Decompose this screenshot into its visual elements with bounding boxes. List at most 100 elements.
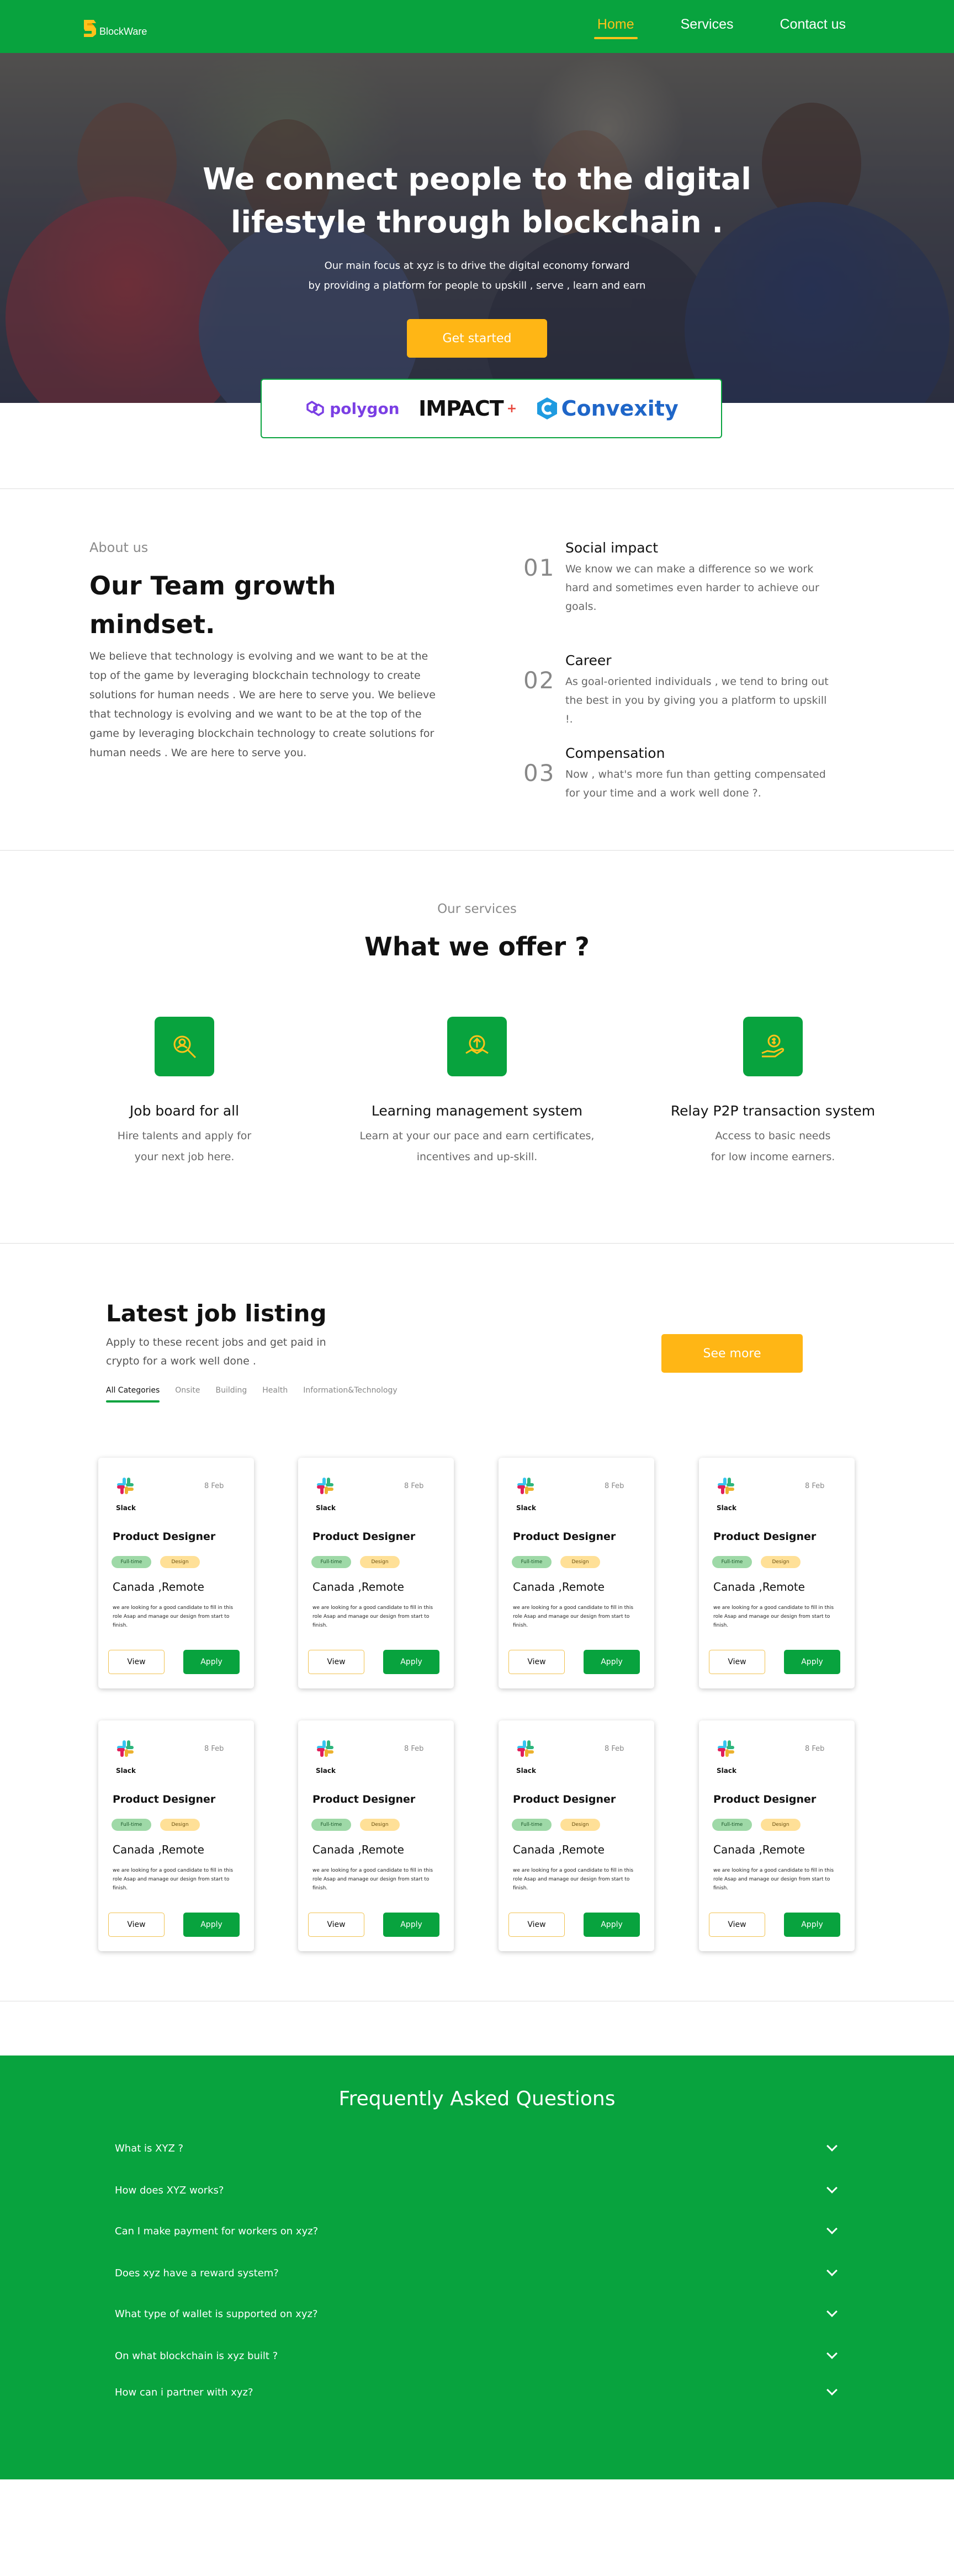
partner-convexity: Convexity xyxy=(536,396,679,421)
apply-button[interactable]: Apply xyxy=(383,1913,439,1937)
card-description: we are looking for a good candidate to f… xyxy=(713,1868,834,1891)
partner-impact-name: IMPACT xyxy=(418,396,504,421)
faq-item[interactable]: What type of wallet is supported on xyz? xyxy=(115,2303,839,2325)
chevron-down-icon[interactable] xyxy=(826,2141,838,2152)
chevron-down-icon[interactable] xyxy=(826,2348,838,2359)
faq-item[interactable]: Can I make payment for workers on xyz? xyxy=(115,2220,839,2242)
faq-item[interactable]: Does xyz have a reward system? xyxy=(115,2262,839,2284)
card-date: 8 Feb xyxy=(204,1482,224,1490)
card-location: Canada ,Remote xyxy=(312,1843,404,1856)
slack-logo-icon xyxy=(517,1740,534,1757)
apply-button[interactable]: Apply xyxy=(784,1913,840,1937)
chevron-down-icon[interactable] xyxy=(826,2223,838,2234)
hero-subtitle: Our main focus at xyz is to drive the di… xyxy=(0,256,954,296)
card-title: Product Designer xyxy=(312,1793,416,1805)
job-card: Slack 8 Feb Product Designer Full-time D… xyxy=(298,1458,454,1688)
card-description: we are looking for a good candidate to f… xyxy=(113,1868,234,1891)
tag-design: Design xyxy=(160,1819,200,1831)
service-learning: Learning management system Learn at your… xyxy=(350,1017,604,1167)
card-title: Product Designer xyxy=(513,1531,616,1543)
tag-design: Design xyxy=(560,1556,600,1568)
tab-information-technology[interactable]: Information&Technology xyxy=(303,1386,397,1403)
money-hand-icon xyxy=(743,1017,803,1076)
apply-button[interactable]: Apply xyxy=(584,1913,640,1937)
service-job-board: Job board for all Hire talents and apply… xyxy=(57,1017,311,1167)
card-description: we are looking for a good candidate to f… xyxy=(713,1605,834,1628)
tab-health[interactable]: Health xyxy=(262,1386,288,1403)
nav-services-link[interactable]: Services xyxy=(681,17,734,39)
feature-desc: Now , what's more fun than getting compe… xyxy=(565,768,826,799)
tab-all-categories[interactable]: All Categories xyxy=(106,1386,160,1403)
job-card: Slack 8 Feb Product Designer Full-time D… xyxy=(699,1720,855,1951)
view-button[interactable]: View xyxy=(709,1650,765,1674)
service-desc-line: your next job here. xyxy=(134,1151,235,1163)
service-desc-line: Access to basic needs xyxy=(715,1130,831,1142)
service-name: Learning management system xyxy=(371,1103,583,1119)
tag-full-time: Full-time xyxy=(112,1819,151,1831)
brand-logo[interactable]: BlockWare xyxy=(83,18,147,38)
card-date: 8 Feb xyxy=(605,1482,624,1490)
see-more-button[interactable]: See more xyxy=(661,1334,803,1373)
card-date: 8 Feb xyxy=(204,1745,224,1753)
view-button[interactable]: View xyxy=(508,1913,565,1937)
service-desc-line: Learn at your our pace and earn certific… xyxy=(359,1130,595,1142)
service-desc-line: incentives and up-skill. xyxy=(416,1151,538,1163)
feature-number: 03 xyxy=(523,759,555,787)
apply-button[interactable]: Apply xyxy=(784,1650,840,1674)
service-desc: Access to basic needs for low income ear… xyxy=(646,1125,900,1167)
card-title: Product Designer xyxy=(513,1793,616,1805)
get-started-button[interactable]: Get started xyxy=(407,319,547,358)
card-location: Canada ,Remote xyxy=(713,1580,805,1594)
tag-design: Design xyxy=(761,1819,801,1831)
slack-logo-icon xyxy=(718,1740,734,1757)
faq-item[interactable]: How can i partner with xyz? xyxy=(115,2381,839,2403)
faq-item[interactable]: What is XYZ ? xyxy=(115,2137,839,2159)
apply-button[interactable]: Apply xyxy=(383,1650,439,1674)
top-navbar: BlockWare Home Services Contact us xyxy=(0,0,954,53)
slack-logo-icon xyxy=(317,1478,333,1494)
slack-logo-icon xyxy=(317,1740,333,1757)
tab-building[interactable]: Building xyxy=(215,1386,247,1403)
faq-question: Can I make payment for workers on xyz? xyxy=(115,2225,319,2237)
view-button[interactable]: View xyxy=(508,1650,565,1674)
apply-button[interactable]: Apply xyxy=(584,1650,640,1674)
view-button[interactable]: View xyxy=(108,1650,165,1674)
partner-polygon-name: polygon xyxy=(330,399,400,418)
services-eyebrow: Our services xyxy=(437,902,517,916)
card-date: 8 Feb xyxy=(805,1482,825,1490)
card-company: Slack xyxy=(516,1767,536,1775)
faq-item[interactable]: On what blockchain is xyz built ? xyxy=(115,2345,839,2367)
convexity-logo-icon xyxy=(537,397,557,419)
apply-button[interactable]: Apply xyxy=(183,1913,240,1937)
card-title: Product Designer xyxy=(113,1531,216,1543)
job-card: Slack 8 Feb Product Designer Full-time D… xyxy=(699,1458,855,1688)
view-button[interactable]: View xyxy=(709,1913,765,1937)
tag-design: Design xyxy=(560,1819,600,1831)
tag-full-time: Full-time xyxy=(512,1819,552,1831)
tag-design: Design xyxy=(360,1819,400,1831)
blockware-logo-icon xyxy=(84,19,96,37)
card-company: Slack xyxy=(516,1504,536,1512)
chevron-down-icon[interactable] xyxy=(826,2182,838,2193)
jobs-section: Latest job listing Apply to these recent… xyxy=(0,1243,954,2001)
job-search-icon xyxy=(155,1017,214,1076)
nav-contact-link[interactable]: Contact us xyxy=(780,17,846,39)
faq-question: Does xyz have a reward system? xyxy=(115,2267,279,2279)
view-button[interactable]: View xyxy=(308,1650,364,1674)
tag-design: Design xyxy=(761,1556,801,1568)
chevron-down-icon[interactable] xyxy=(826,2306,838,2317)
faq-item[interactable]: How does XYZ works? xyxy=(115,2179,839,2201)
feature-title: Career xyxy=(565,652,612,668)
view-button[interactable]: View xyxy=(108,1913,165,1937)
chevron-down-icon[interactable] xyxy=(826,2384,838,2396)
tab-onsite[interactable]: Onsite xyxy=(175,1386,200,1403)
nav-home-link[interactable]: Home xyxy=(593,17,638,39)
apply-button[interactable]: Apply xyxy=(183,1650,240,1674)
card-description: we are looking for a good candidate to f… xyxy=(312,1605,433,1628)
card-date: 8 Feb xyxy=(805,1745,825,1753)
feature-title: Compensation xyxy=(565,745,665,761)
chevron-down-icon[interactable] xyxy=(826,2265,838,2276)
job-card: Slack 8 Feb Product Designer Full-time D… xyxy=(499,1458,654,1688)
view-button[interactable]: View xyxy=(308,1913,364,1937)
card-location: Canada ,Remote xyxy=(513,1843,605,1856)
